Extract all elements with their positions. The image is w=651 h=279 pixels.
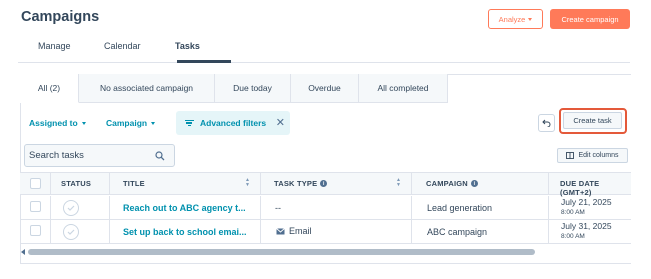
row-checkbox[interactable] <box>30 225 41 236</box>
view-tabs: All (2) No associated campaign Due today… <box>20 74 448 103</box>
tab-tasks[interactable]: Tasks <box>175 41 200 51</box>
campaign-header-label: CAMPAIGN <box>426 179 468 188</box>
column-header-due-date[interactable]: DUE DATE (GMT+2) <box>560 179 631 197</box>
column-divider <box>109 173 110 195</box>
table-row[interactable]: Set up back to school emai... Email ABC … <box>20 220 631 244</box>
view-tab-overdue[interactable]: Overdue <box>291 74 359 103</box>
due-date: July 21, 2025 <box>561 197 612 207</box>
column-divider <box>260 196 261 219</box>
edit-columns-label: Edit columns <box>578 152 619 159</box>
create-task-highlight: Create task <box>559 108 627 134</box>
undo-icon <box>542 119 551 127</box>
campaign-filter-label: Campaign <box>106 118 148 128</box>
view-tab-due-today[interactable]: Due today <box>215 74 291 103</box>
column-divider <box>548 220 549 243</box>
table-row[interactable]: Reach out to ABC agency t... -- Lead gen… <box>20 196 631 220</box>
chevron-down-icon <box>151 121 156 125</box>
close-icon[interactable]: ✕ <box>276 116 285 129</box>
assigned-to-filter[interactable]: Assigned to <box>29 118 86 128</box>
horizontal-scrollbar[interactable] <box>20 249 631 256</box>
scrollbar-thumb[interactable] <box>28 249 535 255</box>
column-divider <box>411 173 412 195</box>
assigned-to-label: Assigned to <box>29 118 78 128</box>
main-tabs: Manage Calendar Tasks <box>18 40 630 63</box>
column-divider <box>109 220 110 243</box>
info-icon[interactable]: i <box>470 180 478 187</box>
advanced-filters-label: Advanced filters <box>200 118 267 128</box>
column-header-task-type[interactable]: TASK TYPE i <box>274 179 328 188</box>
column-divider <box>50 220 51 243</box>
due-time: 8:00 AM <box>561 209 585 216</box>
row-checkbox[interactable] <box>30 201 41 212</box>
view-tab-all[interactable]: All (2) <box>20 74 79 103</box>
scroll-left-icon[interactable] <box>21 249 25 255</box>
table-header: STATUS TITLE ▲ ▼ TASK TYPE i ▲ ▼ CAMPAIGN … <box>20 172 631 197</box>
filter-bar: Assigned to Campaign Advanced filters ✕ … <box>20 103 631 142</box>
column-divider <box>411 196 412 219</box>
column-divider <box>50 196 51 219</box>
task-type: Email <box>276 226 312 236</box>
column-divider <box>50 173 51 195</box>
info-icon[interactable]: i <box>320 180 328 187</box>
column-divider <box>548 173 549 195</box>
search-input[interactable] <box>29 150 149 161</box>
search-box[interactable] <box>24 144 175 167</box>
column-header-campaign[interactable]: CAMPAIGN i <box>426 179 478 188</box>
analyze-button[interactable]: Analyze <box>488 9 543 29</box>
column-divider <box>260 173 261 195</box>
column-divider <box>411 220 412 243</box>
status-complete-toggle[interactable] <box>63 200 79 216</box>
column-header-status[interactable]: STATUS <box>61 179 91 188</box>
campaign-name: ABC campaign <box>427 227 488 237</box>
advanced-filters-button[interactable]: Advanced filters ✕ <box>176 111 290 135</box>
due-time: 8:00 AM <box>561 233 585 240</box>
sort-icon[interactable]: ▲ ▼ <box>396 178 401 188</box>
analyze-button-label: Analyze <box>498 14 526 24</box>
undo-button[interactable] <box>538 114 555 132</box>
campaign-name: Lead generation <box>427 203 493 213</box>
edit-columns-icon <box>566 152 575 159</box>
email-icon <box>276 227 285 234</box>
active-tab-indicator <box>177 60 231 63</box>
tab-calendar[interactable]: Calendar <box>104 41 141 51</box>
checkmark-icon <box>67 229 75 235</box>
due-date: July 31, 2025 <box>561 221 612 231</box>
edit-columns-button[interactable]: Edit columns <box>557 148 628 163</box>
task-title-link[interactable]: Set up back to school emai... <box>123 227 247 237</box>
view-tab-no-associated-campaign[interactable]: No associated campaign <box>79 74 215 103</box>
task-type: -- <box>275 203 281 213</box>
task-type-label: Email <box>289 226 312 236</box>
checkmark-icon <box>67 205 75 211</box>
view-tab-all-completed[interactable]: All completed <box>359 74 448 103</box>
task-title-link[interactable]: Reach out to ABC agency t... <box>123 203 246 213</box>
create-campaign-button[interactable]: Create campaign <box>550 9 630 29</box>
search-icon <box>155 151 165 161</box>
sort-icon[interactable]: ▲ ▼ <box>245 178 250 188</box>
column-divider <box>109 196 110 219</box>
filter-icon <box>184 119 194 127</box>
status-complete-toggle[interactable] <box>63 224 79 240</box>
tab-manage[interactable]: Manage <box>38 41 71 51</box>
campaign-filter[interactable]: Campaign <box>106 118 156 128</box>
column-header-title[interactable]: TITLE <box>123 179 145 188</box>
create-task-button[interactable]: Create task <box>563 112 622 129</box>
column-divider <box>548 196 549 219</box>
task-type-header-label: TASK TYPE <box>274 179 318 188</box>
chevron-down-icon <box>81 121 86 125</box>
select-all-checkbox[interactable] <box>30 178 41 189</box>
chevron-down-icon <box>528 17 533 21</box>
column-divider <box>260 220 261 243</box>
page-title: Campaigns <box>21 9 100 25</box>
